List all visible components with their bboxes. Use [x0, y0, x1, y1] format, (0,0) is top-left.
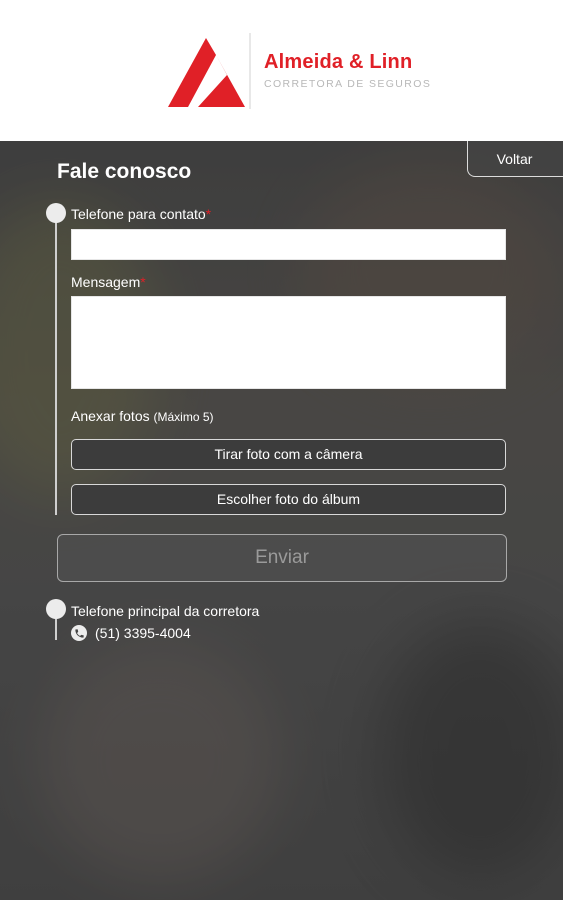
main-phone-row[interactable]: (51) 3395-4004 [71, 625, 191, 641]
timeline-dot [46, 599, 66, 619]
page-title: Fale conosco [57, 160, 192, 183]
app-header: Almeida & Linn CORRETORA DE SEGUROS [0, 0, 563, 141]
take-photo-button[interactable]: Tirar foto com a câmera [71, 439, 506, 470]
main-phone-label: Telefone principal da corretora [71, 603, 260, 619]
brand-logo: Almeida & Linn CORRETORA DE SEGUROS [168, 33, 430, 113]
message-field-label-text: Mensagem [71, 274, 141, 290]
contact-panel: Voltar Fale conosco Telefone para contat… [0, 141, 563, 900]
choose-album-photo-button[interactable]: Escolher foto do álbum [71, 484, 506, 515]
attach-photos-label: Anexar fotos (Máximo 5) [71, 408, 214, 424]
message-textarea[interactable] [71, 296, 506, 389]
back-button[interactable]: Voltar [467, 141, 563, 177]
phone-field-label-text: Telefone para contato [71, 206, 206, 222]
timeline-line [55, 213, 57, 515]
brand-name: Almeida & Linn [264, 51, 413, 73]
required-mark: * [140, 274, 146, 290]
required-mark: * [205, 206, 212, 222]
send-button[interactable]: Enviar [57, 534, 507, 582]
main-phone-number: (51) 3395-4004 [95, 625, 191, 641]
brand-subtitle: CORRETORA DE SEGUROS [264, 78, 432, 90]
phone-icon [71, 625, 87, 641]
phone-input[interactable] [71, 229, 506, 260]
attach-photos-limit: (Máximo 5) [153, 410, 214, 424]
attach-photos-text: Anexar fotos [71, 408, 150, 424]
phone-field-label: Telefone para contato* [71, 206, 211, 222]
triangle-a-logo-icon [168, 33, 251, 109]
timeline-dot [46, 203, 66, 223]
message-field-label: Mensagem* [71, 274, 146, 290]
